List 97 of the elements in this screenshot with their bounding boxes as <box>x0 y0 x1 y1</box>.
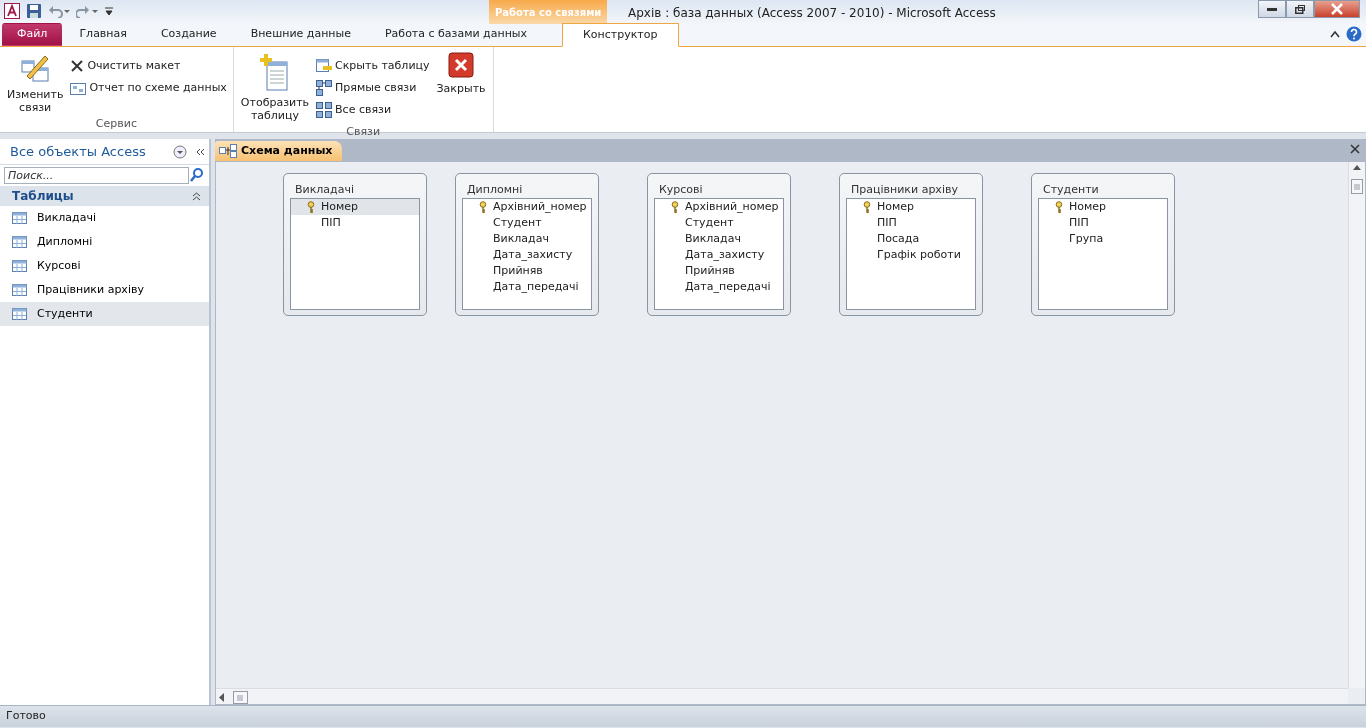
field-row[interactable]: Викладач <box>463 231 591 247</box>
field-row[interactable]: Дата_передачі <box>463 279 591 295</box>
field-row[interactable]: Студент <box>463 215 591 231</box>
file-tab[interactable]: Файл <box>2 23 63 46</box>
nav-item[interactable]: Дипломні <box>0 230 209 254</box>
table-title: Дипломні <box>466 182 524 198</box>
key-icon <box>1055 200 1063 214</box>
field-row[interactable]: ПІП <box>291 215 419 231</box>
nav-item[interactable]: Студенти <box>0 302 209 326</box>
search-icon[interactable] <box>189 167 205 184</box>
search-field[interactable]: Поиск... <box>4 167 189 184</box>
table-window[interactable]: Працівники архіву Номер ПІП Посада Графік роботи <box>839 173 983 316</box>
group-label: Сервис <box>94 116 138 132</box>
ribbon-button[interactable]: Очистить макет <box>68 56 229 76</box>
diagram-icon <box>70 81 87 95</box>
undo-icon[interactable] <box>48 4 70 18</box>
table-icon <box>12 260 27 272</box>
group-label: Связи <box>345 124 382 140</box>
table-title: Працівники архіву <box>850 182 959 198</box>
field-row[interactable]: Номер <box>847 199 975 215</box>
table-icon <box>316 59 333 73</box>
field-row[interactable]: Викладач <box>655 231 783 247</box>
field-row[interactable]: Архівний_номер <box>463 199 591 215</box>
close-icon <box>70 59 85 73</box>
horizontal-scrollbar[interactable] <box>216 688 1348 704</box>
table-window[interactable]: Дипломні Архівний_номер Студент Викладач Дата_захисту Прийняв Дата_передачі <box>455 173 599 316</box>
status-text: Готово <box>6 708 46 725</box>
collapse-ribbon-icon[interactable] <box>1330 30 1340 38</box>
field-row[interactable]: Дата_захисту <box>463 247 591 263</box>
collapse-pane-icon[interactable] <box>195 146 205 157</box>
ribbon-tab[interactable]: Внешние данные <box>233 23 368 46</box>
context-group-label: Работа со связями <box>489 0 608 24</box>
nav-item[interactable]: Курсові <box>0 254 209 278</box>
restore-button[interactable] <box>1286 0 1314 18</box>
minimize-icon <box>1267 7 1277 11</box>
table-title: Викладачі <box>294 182 355 198</box>
help-icon[interactable] <box>1346 26 1362 42</box>
field-row[interactable]: Номер <box>291 199 419 215</box>
collapse-section-icon[interactable] <box>192 191 201 201</box>
ribbon-button[interactable]: Прямые связи <box>314 78 432 98</box>
relationship-icon <box>316 80 333 96</box>
ribbon-button[interactable]: Закрыть <box>433 50 489 124</box>
document-tab[interactable]: Схема данных <box>215 141 343 161</box>
key-icon <box>671 200 679 214</box>
close-icon <box>1331 3 1343 15</box>
relationships-icon <box>219 144 237 158</box>
table-window[interactable]: Курсові Архівний_номер Студент Викладач Дата_захисту Прийняв Дата_передачі <box>647 173 791 316</box>
field-row[interactable]: Посада <box>847 231 975 247</box>
table-window[interactable]: Студенти Номер ПІП Група <box>1031 173 1175 316</box>
vertical-scrollbar[interactable] <box>1348 162 1365 688</box>
key-icon <box>479 200 487 214</box>
key-icon <box>863 200 871 214</box>
field-row[interactable]: Прийняв <box>655 263 783 279</box>
table-title: Студенти <box>1042 182 1100 198</box>
ribbon-tab[interactable]: Создание <box>143 23 234 46</box>
save-icon[interactable] <box>26 3 42 19</box>
table-icon <box>12 284 27 296</box>
table-window[interactable]: Викладачі Номер ПІП <box>283 173 427 316</box>
field-row[interactable]: ПІП <box>1039 215 1167 231</box>
ribbon-tab[interactable]: Главная <box>62 23 144 46</box>
field-row[interactable]: ПІП <box>847 215 975 231</box>
field-row[interactable]: Архівний_номер <box>655 199 783 215</box>
close-icon <box>448 52 475 78</box>
field-row[interactable]: Дата_захисту <box>655 247 783 263</box>
key-icon <box>307 200 315 214</box>
ribbon-button[interactable]: Все связи <box>314 100 432 120</box>
field-row[interactable]: Графік роботи <box>847 247 975 263</box>
table-plus-icon <box>258 52 291 92</box>
section-header: Таблицы <box>12 188 74 205</box>
window-title: Архів : база данных (Access 2007 - 2010) - Microsoft Access <box>628 5 996 22</box>
table-title: Курсові <box>658 182 704 198</box>
customize-menu-icon[interactable] <box>104 5 114 17</box>
restore-icon <box>1295 4 1305 14</box>
redo-icon[interactable] <box>76 4 98 18</box>
ribbon-button[interactable]: Отчет по схеме данных <box>68 78 229 98</box>
ribbon-tab[interactable]: Конструктор <box>562 23 679 47</box>
field-row[interactable]: Прийняв <box>463 263 591 279</box>
grid-icon <box>316 102 333 118</box>
nav-item[interactable]: Працівники архіву <box>0 278 209 302</box>
table-icon <box>12 308 27 320</box>
field-row[interactable]: Група <box>1039 231 1167 247</box>
table-icon <box>12 212 27 224</box>
access-logo-icon[interactable] <box>4 3 20 19</box>
close-icon <box>1350 144 1360 154</box>
ribbon-button[interactable]: Отобразить таблицу <box>237 50 313 124</box>
close-button[interactable] <box>1314 0 1360 18</box>
table-icon <box>12 236 27 248</box>
nav-item[interactable]: Викладачі <box>0 206 209 230</box>
pane-title: Все объекты Access <box>10 142 147 161</box>
field-row[interactable]: Дата_передачі <box>655 279 783 295</box>
field-row[interactable]: Студент <box>655 215 783 231</box>
ribbon-button[interactable]: Скрыть таблицу <box>314 56 432 76</box>
dropdown-icon[interactable] <box>173 144 187 159</box>
minimize-button[interactable] <box>1258 0 1286 18</box>
ribbon-tab[interactable]: Работа с базами данных <box>368 23 545 46</box>
field-row[interactable]: Номер <box>1039 199 1167 215</box>
ribbon-button[interactable]: Изменить связи <box>4 50 67 116</box>
